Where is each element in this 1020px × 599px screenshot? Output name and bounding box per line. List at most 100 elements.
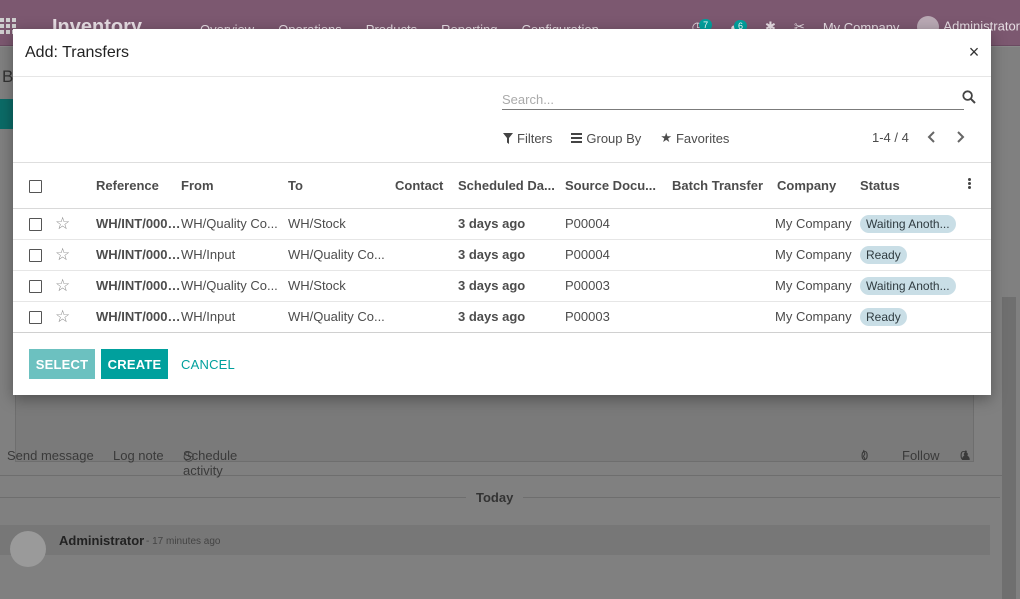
bars-icon	[571, 133, 583, 143]
star-icon[interactable]: ☆	[55, 301, 83, 333]
filters-label: Filters	[517, 130, 553, 146]
cell-to: WH/Stock	[288, 208, 395, 240]
followers-count: 0	[960, 448, 968, 463]
row-checkbox[interactable]	[29, 311, 42, 325]
table-row[interactable]: ☆ WH/INT/00004 WH/Quality Co... WH/Stock…	[13, 208, 991, 240]
cell-scheduled-date: 3 days ago	[458, 301, 565, 333]
star-icon[interactable]: ☆	[55, 239, 83, 271]
cell-batch-transfer	[672, 239, 775, 271]
column-source-document[interactable]: Source Docu...	[565, 163, 672, 209]
chevron-right-icon[interactable]	[953, 129, 967, 145]
pager-value[interactable]: 1-4 / 4	[872, 130, 909, 145]
cell-to: WH/Quality Co...	[288, 301, 395, 333]
follow-button[interactable]: Follow	[902, 448, 940, 463]
search-input[interactable]	[502, 89, 964, 110]
breadcrumb[interactable]: B	[2, 67, 13, 87]
status-badge: Ready	[860, 245, 907, 264]
cell-source-document: P00004	[565, 239, 672, 271]
cell-source-document: P00003	[565, 301, 672, 333]
column-reference[interactable]: Reference	[83, 163, 181, 209]
cell-contact	[395, 208, 458, 240]
cell-from: WH/Quality Co...	[181, 208, 288, 240]
table-header: Reference From To Contact Scheduled Da..…	[13, 163, 991, 209]
column-batch-transfer[interactable]: Batch Transfer	[672, 163, 775, 209]
column-contact[interactable]: Contact	[395, 163, 458, 209]
status-badge: Waiting Anoth...	[860, 276, 956, 295]
group-by-label: Group By	[586, 130, 642, 146]
cell-company: My Company	[775, 239, 860, 271]
favorites-label: Favorites	[675, 130, 730, 146]
select-all-checkbox[interactable]	[29, 179, 42, 193]
cell-batch-transfer	[672, 270, 775, 302]
today-label: Today	[466, 490, 524, 505]
cell-scheduled-date: 3 days ago	[458, 270, 565, 302]
cell-to: WH/Stock	[288, 270, 395, 302]
star-icon: ★	[660, 130, 672, 145]
cell-company: My Company	[775, 208, 860, 240]
star-icon[interactable]: ☆	[55, 208, 83, 240]
send-message-button[interactable]: Send message	[7, 448, 94, 463]
favorites-button[interactable]: ★ Favorites	[660, 130, 729, 146]
chatter-message: Administrator - 17 minutes ago	[0, 525, 990, 567]
column-to[interactable]: To	[288, 163, 395, 209]
filter-icon	[503, 132, 513, 144]
row-checkbox[interactable]	[29, 280, 42, 294]
page-scrollbar[interactable]	[1002, 297, 1016, 599]
row-checkbox[interactable]	[29, 218, 42, 232]
cell-source-document: P00004	[565, 208, 672, 240]
cell-batch-transfer	[672, 208, 775, 240]
log-note-button[interactable]: Log note	[113, 448, 164, 463]
divider	[0, 475, 1002, 476]
cell-source-document: P00003	[565, 270, 672, 302]
column-scheduled-date[interactable]: Scheduled Da...	[458, 163, 565, 209]
table-row[interactable]: ☆ WH/INT/00003 WH/Input WH/Quality Co...…	[13, 239, 991, 271]
cell-from: WH/Input	[181, 239, 288, 271]
cell-company: My Company	[775, 270, 860, 302]
transfers-table: Reference From To Contact Scheduled Da..…	[13, 163, 991, 333]
cell-reference: WH/INT/00003	[83, 239, 181, 271]
star-icon[interactable]: ☆	[55, 270, 83, 302]
cell-reference: WH/INT/00004	[83, 208, 181, 240]
dialog-title: Add: Transfers	[25, 44, 130, 61]
cancel-button[interactable]: CANCEL	[176, 349, 240, 379]
table-row[interactable]: ☆ WH/INT/00002 WH/Quality Co... WH/Stock…	[13, 270, 991, 302]
table-row[interactable]: ☆ WH/INT/00001 WH/Input WH/Quality Co...…	[13, 301, 991, 333]
avatar	[10, 531, 46, 567]
cell-from: WH/Quality Co...	[181, 270, 288, 302]
cell-contact	[395, 270, 458, 302]
column-status[interactable]: Status	[860, 163, 968, 209]
cell-scheduled-date: 3 days ago	[458, 239, 565, 271]
cell-contact	[395, 301, 458, 333]
schedule-activity-label: Schedule activity	[183, 448, 238, 478]
column-from[interactable]: From	[181, 163, 288, 209]
cell-batch-transfer	[672, 301, 775, 333]
chevron-left-icon[interactable]	[925, 129, 939, 145]
search-options: Filters Group By ★ Favorites	[503, 130, 729, 146]
cell-company: My Company	[775, 301, 860, 333]
close-button[interactable]: ×	[965, 41, 983, 63]
search-icon[interactable]	[962, 90, 976, 104]
message-author[interactable]: Administrator	[59, 533, 144, 548]
control-panel: Filters Group By ★ Favorites 1-4 / 4	[13, 77, 991, 163]
cell-reference: WH/INT/00002	[83, 270, 181, 302]
column-company[interactable]: Company	[775, 163, 860, 209]
status-badge: Ready	[860, 307, 907, 326]
chatter-toolbar: Send message Log note ◷ Schedule activit…	[7, 448, 997, 478]
attachments-count: 0	[861, 448, 869, 463]
dialog-footer: SELECT CREATE CANCEL	[13, 332, 991, 395]
status-badge: Waiting Anoth...	[860, 214, 956, 233]
select-button[interactable]: SELECT	[29, 349, 95, 379]
column-options-icon[interactable]	[968, 177, 971, 190]
page-primary-button[interactable]	[0, 99, 14, 129]
filters-button[interactable]: Filters	[503, 130, 552, 146]
cell-to: WH/Quality Co...	[288, 239, 395, 271]
cell-from: WH/Input	[181, 301, 288, 333]
cell-reference: WH/INT/00001	[83, 301, 181, 333]
message-time: - 17 minutes ago	[146, 536, 221, 547]
row-checkbox[interactable]	[29, 249, 42, 263]
cell-contact	[395, 239, 458, 271]
group-by-button[interactable]: Group By	[571, 130, 641, 146]
add-transfers-dialog: Add: Transfers × Filters Group By ★ Favo…	[13, 29, 991, 395]
cell-scheduled-date: 3 days ago	[458, 208, 565, 240]
create-button[interactable]: CREATE	[101, 349, 168, 379]
